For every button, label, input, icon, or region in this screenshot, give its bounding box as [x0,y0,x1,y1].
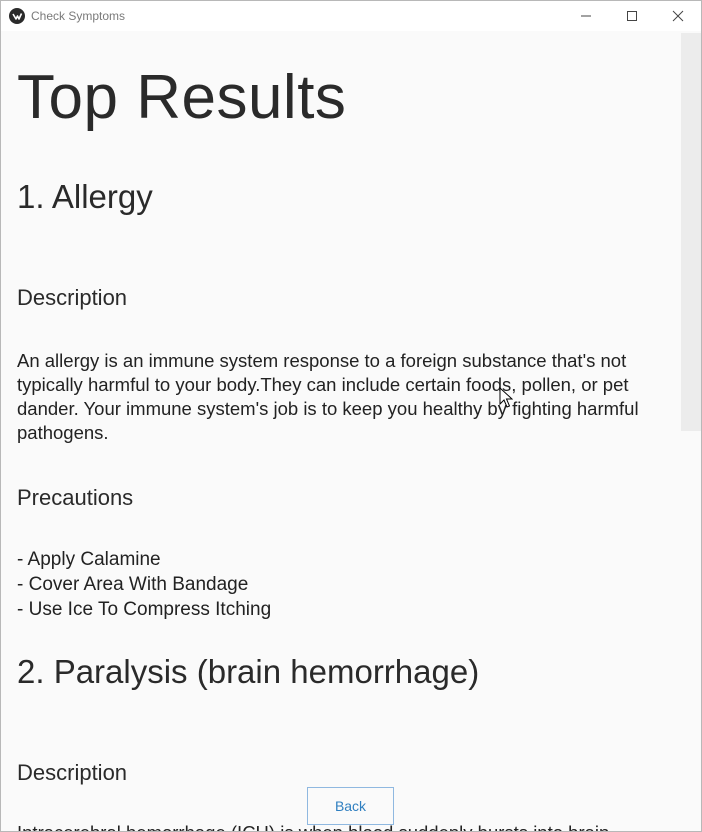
window-title: Check Symptoms [31,9,126,23]
back-button[interactable]: Back [307,787,394,825]
precautions-label: Precautions [17,485,134,510]
result-title: 1. Allergy [17,178,153,215]
description-text: An allergy is an immune system response … [17,350,639,443]
minimize-icon [581,15,591,17]
description-label: Description [17,760,128,785]
result-title: 2. Paralysis (brain hemorrhage) [17,653,480,690]
precaution-item: - Apply Calamine [17,549,161,570]
precaution-item: - Cover Area With Bandage [17,574,249,595]
title-bar[interactable]: Check Symptoms [1,1,701,31]
window-controls [563,1,701,31]
scrollbar-thumb[interactable] [681,33,701,431]
minimize-button[interactable] [563,1,609,31]
app-logo-icon [9,8,25,24]
page-title: Top Results [17,63,347,132]
scrollbar-track[interactable] [681,31,701,831]
results-scroll-view[interactable]: Top Results 1. Allergy Description An al… [1,31,701,831]
precaution-item: - Use Ice To Compress Itching [17,599,272,620]
close-icon [672,10,684,22]
mouse-cursor-icon [499,387,513,408]
close-button[interactable] [655,1,701,31]
maximize-icon [627,11,637,21]
description-label: Description [17,285,128,310]
maximize-button[interactable] [609,1,655,31]
app-window: Check Symptoms Top Results 1. Allergy De… [0,0,702,832]
